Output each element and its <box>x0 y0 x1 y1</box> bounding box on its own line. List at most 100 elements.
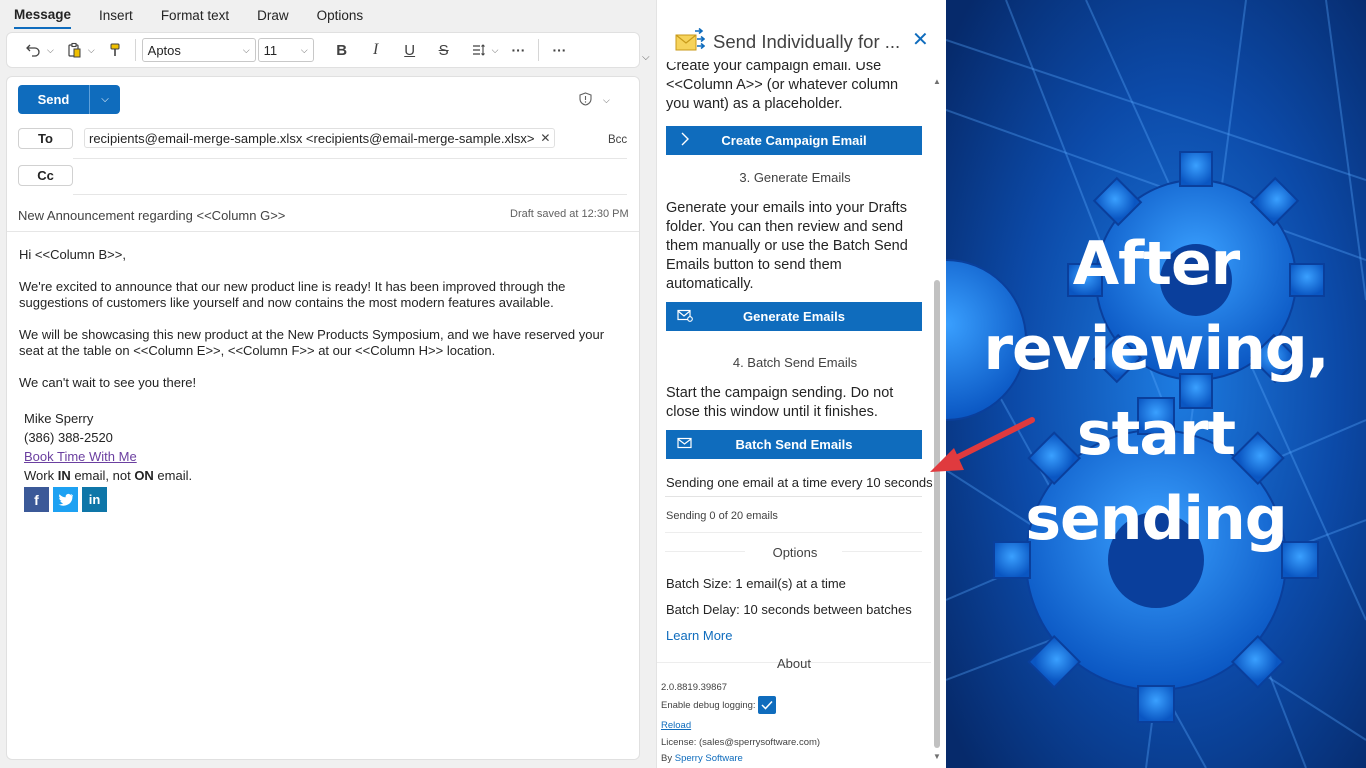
step2-description: Create your campaign email. Use <<Column… <box>666 62 899 112</box>
remove-recipient-icon[interactable]: ✕ <box>540 131 550 145</box>
tab-insert[interactable]: Insert <box>99 2 133 28</box>
banner-line-4: sending <box>1025 484 1287 554</box>
cc-button[interactable]: Cc <box>18 165 73 186</box>
reload-link[interactable]: Reload <box>661 720 691 731</box>
font-size-select[interactable]: 11 ⌵ <box>257 38 314 62</box>
line-spacing-dropdown-icon[interactable]: ⌵ <box>492 45 499 56</box>
book-time-link[interactable]: Book Time With Me <box>24 449 137 464</box>
recipient-address: recipients@email-merge-sample.xlsx <reci… <box>89 130 535 146</box>
sensitivity-chevron-icon[interactable]: ⌵ <box>603 95 610 106</box>
twitter-icon[interactable] <box>53 487 78 512</box>
progress-divider <box>665 496 922 497</box>
signature-name: Mike Sperry <box>24 411 94 426</box>
by-line: By Sperry Software <box>661 753 743 764</box>
step4-title: 4. Batch Send Emails <box>732 355 858 370</box>
toolbar-divider <box>538 39 540 61</box>
recipient-chip[interactable]: recipients@email-merge-sample.xlsx <reci… <box>84 128 556 148</box>
debug-logging-label: Enable debug logging: <box>661 700 756 711</box>
step3-title: 3. Generate Emails <box>739 170 851 185</box>
tab-draw[interactable]: Draw <box>257 2 289 28</box>
font-family-value: Aptos <box>147 42 181 58</box>
generate-emails-button[interactable]: Generate Emails <box>666 302 922 331</box>
banner-line-1: After <box>1072 229 1241 299</box>
clipboard-dropdown-icon[interactable]: ⌵ <box>88 45 95 56</box>
addin-header: Send Individually for ... ✕ <box>657 0 946 62</box>
facebook-icon[interactable]: f <box>24 487 49 512</box>
underline-icon[interactable]: U <box>396 36 424 64</box>
options-rule-left <box>665 551 745 552</box>
ribbon-tabs: Message Insert Format text Draw Options <box>0 0 656 30</box>
subject-field[interactable]: New Announcement regarding <<Column G>> <box>18 208 285 223</box>
tab-message[interactable]: Message <box>14 1 72 29</box>
font-family-select[interactable]: Aptos ⌵ <box>141 38 256 62</box>
ribbon-expand-icon[interactable]: ⌵ <box>642 52 650 63</box>
send-individually-logo-icon <box>675 27 706 54</box>
create-campaign-email-button[interactable]: Create Campaign Email <box>666 126 922 155</box>
subject-divider <box>7 231 639 232</box>
social-icons: f in <box>24 487 631 512</box>
banner-line-2: reviewing, <box>983 314 1329 384</box>
step4-description: Start the campaign sending. Do not close… <box>666 385 894 420</box>
to-button[interactable]: To <box>18 128 73 149</box>
body-paragraph-3: We can't wait to see you there! <box>19 375 197 390</box>
banner-headline: After reviewing, start sending <box>946 222 1366 562</box>
send-label: Send <box>18 85 90 114</box>
linkedin-icon[interactable]: in <box>82 487 107 512</box>
addin-scrollbar-thumb[interactable] <box>934 280 940 748</box>
addin-pane: Send Individually for ... ✕ Create your … <box>656 0 946 768</box>
body-paragraph-1: We're excited to announce that our new p… <box>19 279 566 310</box>
scroll-down-icon[interactable]: ▼ <box>933 752 941 761</box>
undo-icon[interactable] <box>19 36 47 64</box>
batch-send-emails-button[interactable]: Batch Send Emails <box>666 430 922 459</box>
sending-progress: Sending 0 of 20 emails <box>666 510 778 522</box>
debug-logging-checkbox[interactable] <box>758 696 776 714</box>
tab-format-text[interactable]: Format text <box>161 2 229 28</box>
body-paragraph-2: We will be showcasing this new product a… <box>19 327 605 358</box>
batch-send-emails-label: Batch Send Emails <box>735 437 853 452</box>
more-options-icon[interactable]: ··· <box>545 36 573 64</box>
sending-rate-text: Sending one email at a time every 10 sec… <box>666 475 933 490</box>
italic-icon[interactable]: I <box>362 36 390 64</box>
compose-card: Send ⌵ ⌵ To recipients@email-merge-sampl… <box>6 76 640 760</box>
license-text: License: (sales@sperrysoftware.com) <box>661 737 821 748</box>
strikethrough-icon[interactable]: S <box>430 36 458 64</box>
bcc-link[interactable]: Bcc <box>608 134 627 146</box>
reload-wrapper: Reload <box>661 720 691 731</box>
version-text: 2.0.8819.39867 <box>661 682 728 693</box>
draft-status: Draft saved at 12:30 PM <box>510 208 629 220</box>
sensitivity-shield-icon[interactable] <box>579 92 592 109</box>
generate-emails-label: Generate Emails <box>743 309 845 324</box>
tab-options[interactable]: Options <box>317 2 364 28</box>
mail-send-icon <box>666 437 704 453</box>
cc-field-divider <box>73 194 627 195</box>
format-painter-icon[interactable] <box>101 36 129 64</box>
step3-description: Generate your emails into your Drafts fo… <box>666 200 908 292</box>
annotation-arrow-icon <box>930 417 1035 472</box>
send-button[interactable]: Send ⌵ <box>18 85 120 114</box>
bold-icon[interactable]: B <box>328 36 356 64</box>
send-options-chevron-icon[interactable]: ⌵ <box>90 85 120 114</box>
scroll-up-icon[interactable]: ▲ <box>933 77 941 86</box>
options-rule-right <box>842 551 922 552</box>
about-title: About <box>777 656 811 671</box>
chevron-right-icon <box>666 132 704 149</box>
font-size-value: 11 <box>263 42 278 58</box>
signature-phone: (386) 388-2520 <box>24 430 113 445</box>
mail-settings-icon <box>666 309 704 325</box>
clipboard-icon[interactable] <box>60 36 88 64</box>
message-body[interactable]: Hi <<Column B>>, We're excited to announ… <box>19 247 631 512</box>
learn-more-link[interactable]: Learn More <box>666 626 916 645</box>
options-title: Options <box>772 545 818 560</box>
more-format-icon[interactable]: ··· <box>504 36 532 64</box>
create-campaign-email-label: Create Campaign Email <box>721 133 867 148</box>
close-icon[interactable]: ✕ <box>912 30 929 50</box>
line-spacing-icon[interactable] <box>464 36 492 64</box>
body-greeting: Hi <<Column B>>, <box>19 247 126 262</box>
undo-dropdown-icon[interactable]: ⌵ <box>47 45 54 56</box>
to-field-divider <box>73 158 627 159</box>
sperry-software-link[interactable]: Sperry Software <box>675 753 743 764</box>
addin-title: Send Individually for ... <box>713 31 901 52</box>
